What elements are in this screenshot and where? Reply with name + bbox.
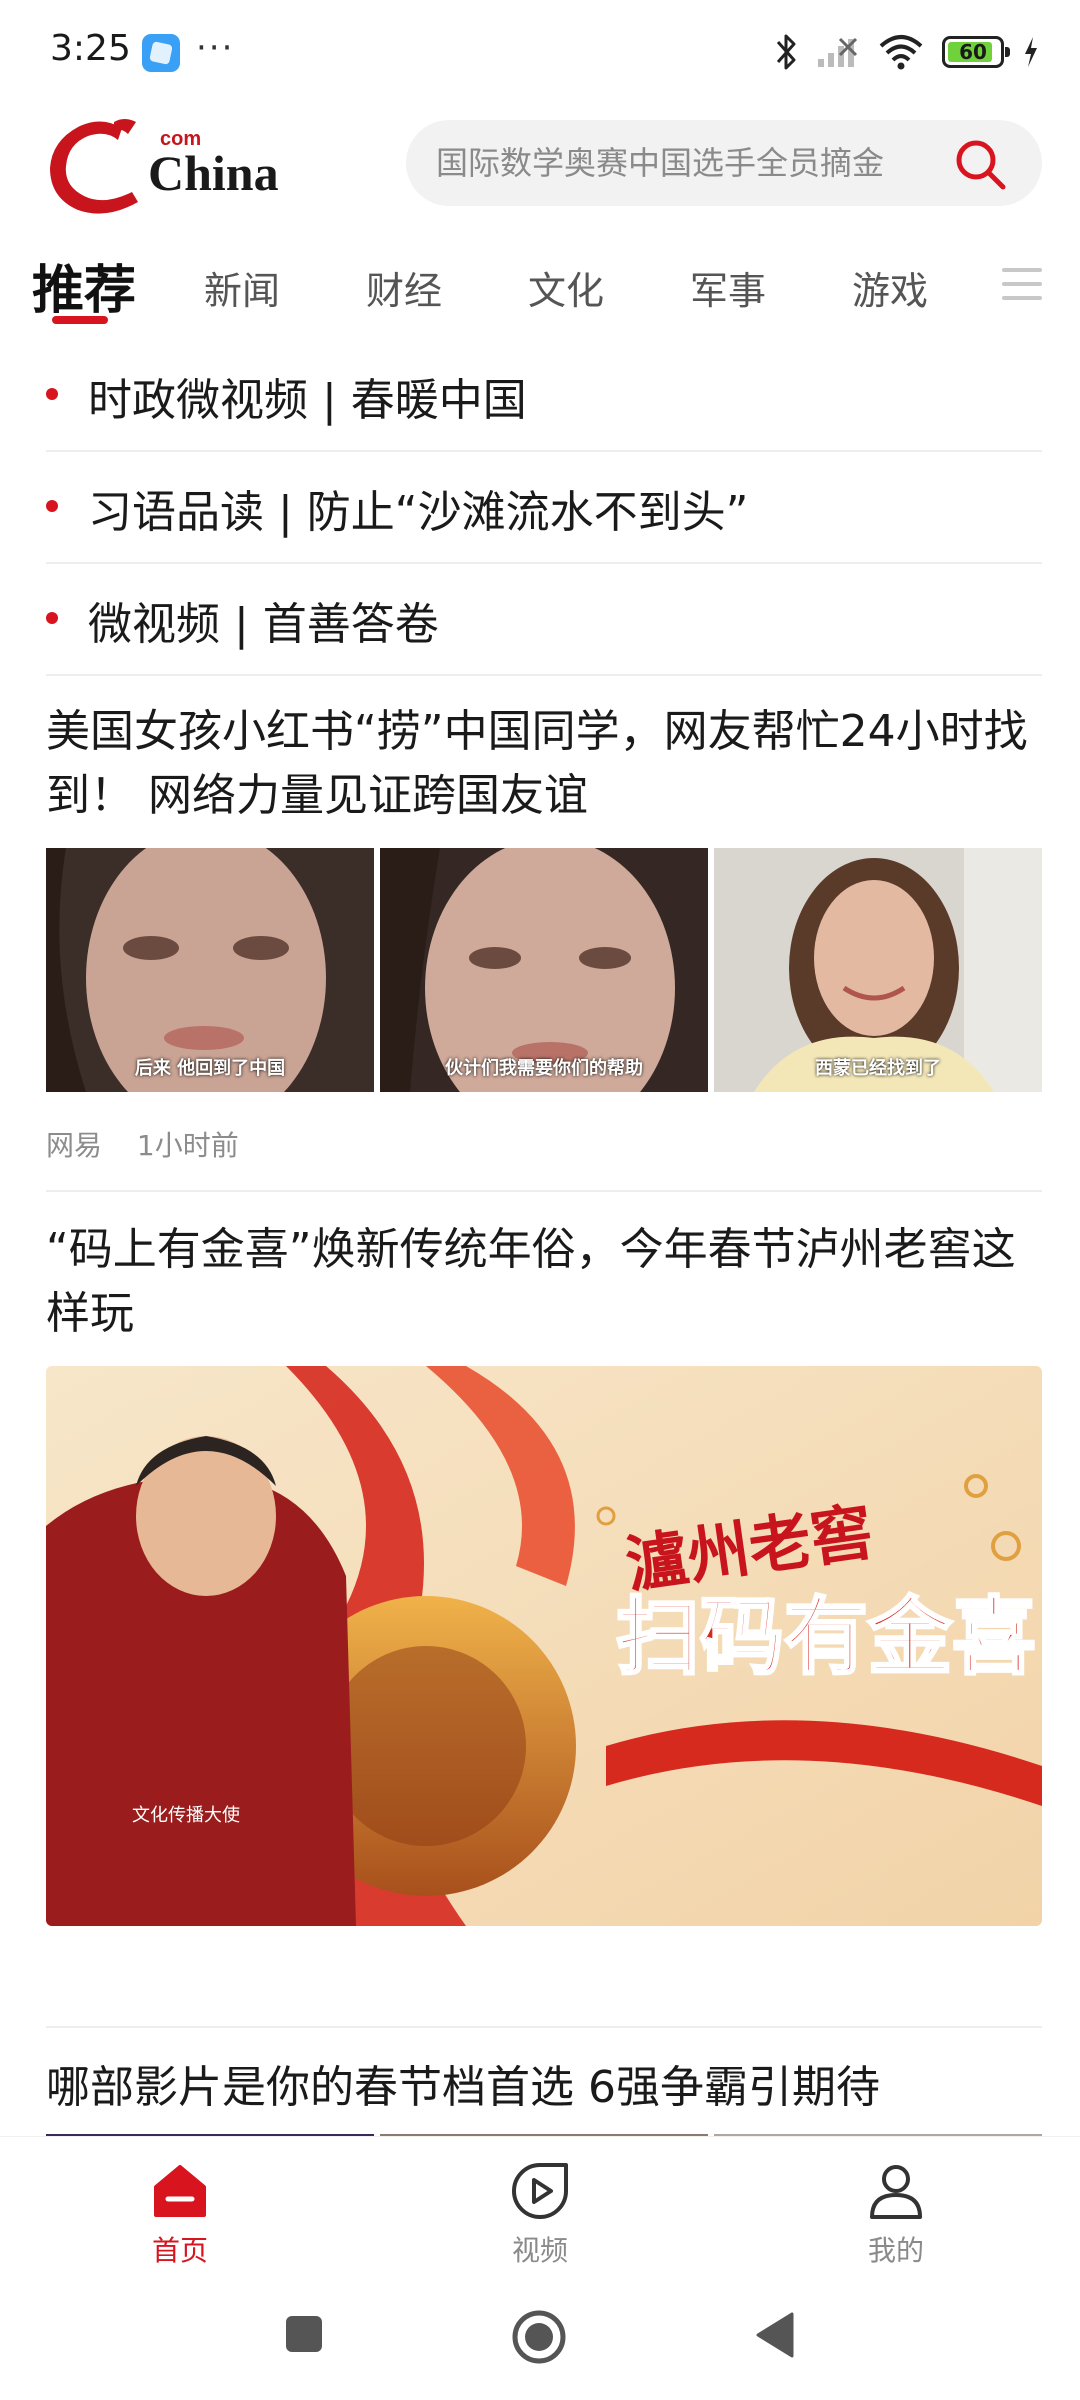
search-icon[interactable]: [952, 136, 1008, 192]
divider: [46, 1190, 1042, 1192]
tab-games[interactable]: 游戏: [852, 260, 928, 315]
profile-icon: [870, 2165, 922, 2219]
tab-recommend[interactable]: 推荐: [32, 248, 136, 323]
article-meta: 网易 1小时前: [46, 1124, 265, 1164]
search-input[interactable]: 国际数学奥赛中国选手全员摘金: [436, 120, 936, 206]
back-button-icon[interactable]: [752, 2310, 796, 2360]
article-title[interactable]: “码上有金喜”焕新传统年俗，今年春节泸州老窖这样玩: [46, 1218, 1042, 1346]
bottom-navigation: 首页 视频 我的: [0, 2136, 1080, 2276]
more-notifications-icon: ···: [196, 28, 235, 68]
search-bar[interactable]: 国际数学奥赛中国选手全员摘金: [406, 120, 1042, 206]
list-item[interactable]: 习语品读 | 防止“沙滩流水不到头”: [46, 452, 1042, 564]
list-item[interactable]: 微视频 | 首善答卷: [46, 564, 1042, 676]
list-item-label: 习语品读 | 防止“沙滩流水不到头”: [88, 487, 749, 538]
nav-profile-label: 我的: [867, 2234, 924, 2267]
china-com-logo[interactable]: com China: [44, 112, 314, 216]
logo-mark: com China: [50, 119, 279, 214]
tab-culture[interactable]: 文化: [528, 260, 604, 315]
status-bar: 3:25 ··· 60: [0, 0, 1080, 100]
nav-home-label: 首页: [151, 2234, 208, 2267]
tab-news[interactable]: 新闻: [204, 260, 280, 315]
banner-caption: 文化传播大使: [132, 1805, 240, 1825]
thumbnail-caption: 后来 他回到了中国: [134, 1058, 286, 1079]
bluetooth-icon: [776, 34, 796, 70]
thumbnail-image[interactable]: 后来 他回到了中国: [46, 848, 374, 1092]
category-tabs: 推荐 新闻 财经 文化 军事 游戏: [0, 248, 1080, 338]
list-item-label: 微视频 | 首善答卷: [88, 599, 439, 650]
article-title[interactable]: 哪部影片是你的春节档首选 6强争霸引期待: [46, 2056, 1042, 2120]
thumbnail-caption: 西蒙已经找到了: [815, 1058, 941, 1079]
tab-finance[interactable]: 财经: [366, 260, 442, 315]
thumbnail-image[interactable]: 西蒙已经找到了: [714, 848, 1042, 1092]
thumbnail-image[interactable]: 伙计们我需要你们的帮助: [380, 848, 708, 1092]
article-thumbnails[interactable]: 后来 他回到了中国 伙计们我需要你们的帮助 西蒙已经找到了: [46, 848, 1042, 1092]
signal-icon: [818, 37, 858, 67]
article-title[interactable]: 美国女孩小红书“捞”中国同学，网友帮忙24小时找到！ 网络力量见证跨国友谊: [46, 700, 1042, 828]
battery-level: 60: [959, 40, 987, 64]
thumbnail-caption: 伙计们我需要你们的帮助: [445, 1058, 643, 1079]
nav-home[interactable]: 首页: [80, 2137, 280, 2277]
status-time: 3:25: [50, 28, 131, 69]
home-button-icon[interactable]: [510, 2308, 568, 2366]
tab-military[interactable]: 军事: [690, 260, 766, 315]
video-play-icon: [512, 2163, 568, 2219]
bullet-dot-icon: [46, 500, 58, 512]
bullet-dot-icon: [46, 388, 58, 400]
charging-icon: [1025, 37, 1037, 67]
article-time: 1小时前: [136, 1129, 239, 1162]
nav-video-label: 视频: [511, 2234, 568, 2267]
status-icons: 60: [774, 30, 1040, 74]
bullet-dot-icon: [46, 612, 58, 624]
channel-menu-icon[interactable]: [1002, 268, 1042, 308]
list-item[interactable]: 时政微视频 | 春暖中国: [46, 340, 1042, 452]
nav-video[interactable]: 视频: [440, 2137, 640, 2277]
list-item-label: 时政微视频 | 春暖中国: [88, 375, 527, 426]
nav-profile[interactable]: 我的: [796, 2137, 996, 2277]
system-navigation-bar: [0, 2276, 1080, 2400]
article-banner-image[interactable]: 瀘州老窖 扫码有金喜 文化传播大使: [46, 1366, 1042, 1926]
home-icon: [154, 2165, 206, 2217]
battery-icon: 60: [942, 36, 1010, 68]
recent-apps-icon[interactable]: [282, 2312, 326, 2356]
wifi-icon: [879, 35, 923, 70]
banner-slogan: 扫码有金喜: [616, 1590, 1036, 1684]
article-source: 网易: [46, 1129, 103, 1162]
app-notification-icon: [142, 34, 180, 72]
divider: [46, 2026, 1042, 2028]
active-tab-indicator: [52, 316, 108, 324]
logo-text: China: [148, 145, 279, 201]
